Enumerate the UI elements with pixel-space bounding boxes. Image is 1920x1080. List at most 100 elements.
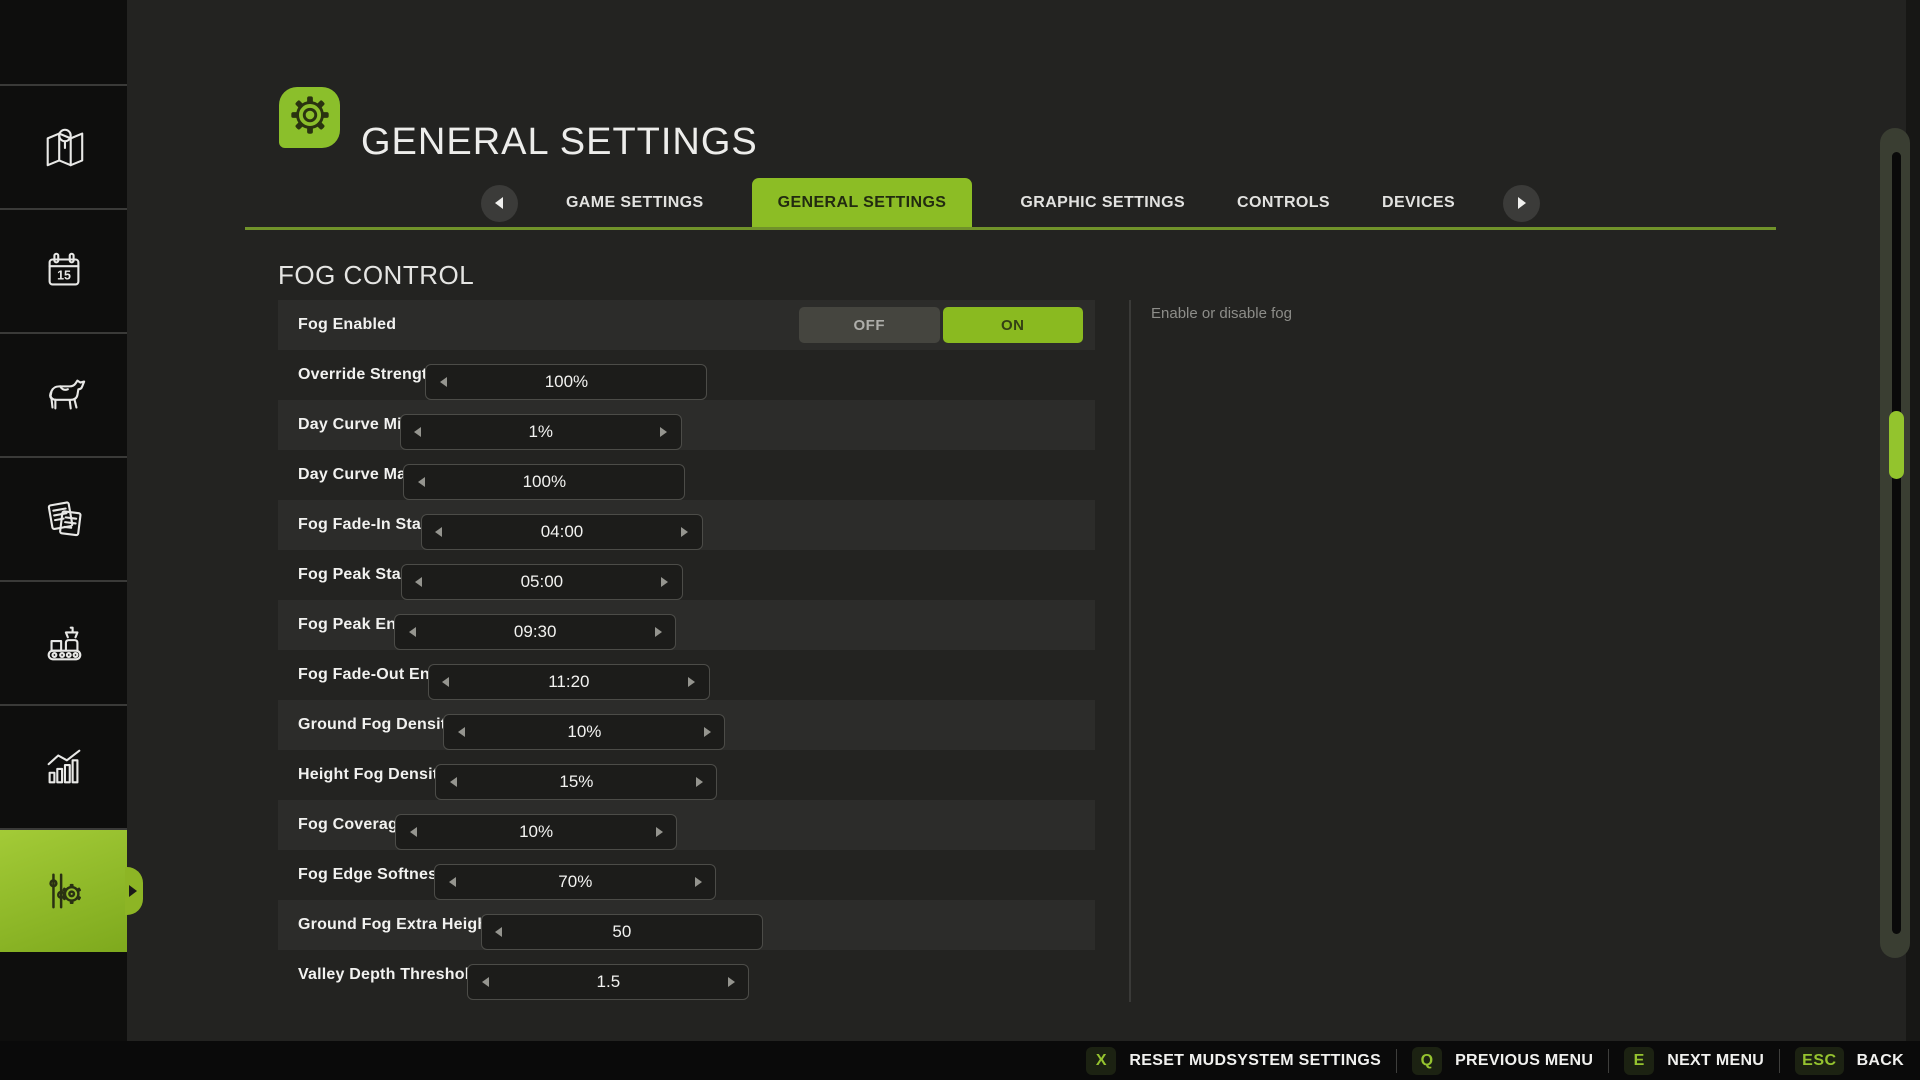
- triangle-left-icon: [414, 427, 421, 437]
- increase-button[interactable]: [647, 415, 681, 449]
- setting-row-fog-coverage: Fog Coverage 10%: [278, 800, 1095, 850]
- increase-button[interactable]: [714, 965, 748, 999]
- sidebar-item-contracts[interactable]: [0, 456, 127, 580]
- bottom-bar-separator: [1396, 1049, 1397, 1073]
- chevron-right-icon: [1518, 197, 1526, 209]
- tab-devices[interactable]: DEVICES: [1378, 178, 1459, 228]
- decrease-button[interactable]: [401, 415, 435, 449]
- toggle-on-button[interactable]: ON: [943, 307, 1084, 343]
- day-curve-min-stepper: 1%: [400, 414, 682, 450]
- active-item-arrow-icon: [129, 885, 137, 897]
- tab-controls[interactable]: CONTROLS: [1233, 178, 1334, 228]
- scrollbar-track[interactable]: [1892, 152, 1901, 934]
- key-q-badge: Q: [1412, 1047, 1442, 1075]
- sidebar-item-production[interactable]: [0, 580, 127, 704]
- triangle-right-icon: [656, 827, 663, 837]
- help-divider: [1129, 300, 1131, 1002]
- triangle-left-icon: [440, 377, 447, 387]
- decrease-button[interactable]: [468, 965, 502, 999]
- fog-edge-softness-stepper: 70%: [434, 864, 716, 900]
- valley-depth-threshold-stepper: 1.5: [467, 964, 749, 1000]
- sidebar-item-animals[interactable]: [0, 332, 127, 456]
- decrease-button[interactable]: [395, 615, 429, 649]
- fog-peak-start-stepper: 05:00: [401, 564, 683, 600]
- decrease-button[interactable]: [482, 915, 516, 949]
- ground-fog-extra-height-stepper: 50: [481, 914, 763, 950]
- ground-fog-density-stepper: 10%: [443, 714, 725, 750]
- triangle-left-icon: [415, 577, 422, 587]
- tab-underline: [245, 227, 1776, 230]
- setting-row-fog-edge-softness: Fog Edge Softness 70%: [278, 850, 1095, 900]
- increase-button[interactable]: [690, 715, 724, 749]
- setting-row-fog-enabled: Fog Enabled OFF ON: [278, 300, 1095, 350]
- help-text: Enable or disable fog: [1151, 305, 1292, 322]
- decrease-button[interactable]: [402, 565, 436, 599]
- tabs-next-button[interactable]: [1503, 185, 1540, 222]
- calendar-icon: 15: [41, 248, 87, 294]
- setting-row-valley-depth-threshold: Valley Depth Threshold 1.5: [278, 950, 1095, 1000]
- triangle-left-icon: [410, 827, 417, 837]
- triangle-left-icon: [435, 527, 442, 537]
- tab-game-settings[interactable]: GAME SETTINGS: [562, 178, 708, 228]
- triangle-right-icon: [696, 777, 703, 787]
- setting-row-override-strength: Override Strength 100%: [278, 350, 1095, 400]
- sidebar-item-general-settings[interactable]: [0, 828, 127, 952]
- decrease-button[interactable]: [444, 715, 478, 749]
- general-settings-screen: 15: [0, 0, 1920, 1080]
- statistics-icon: [41, 744, 87, 790]
- tab-bar: GAME SETTINGS GENERAL SETTINGS GRAPHIC S…: [245, 178, 1776, 228]
- bottom-bar: X RESET MUDSYSTEM SETTINGS Q PREVIOUS ME…: [0, 1041, 1920, 1080]
- decrease-button[interactable]: [426, 365, 460, 399]
- sidebar-top-block: [0, 0, 127, 84]
- increase-button[interactable]: [682, 765, 716, 799]
- triangle-right-icon: [695, 877, 702, 887]
- next-menu-action[interactable]: E NEXT MENU: [1624, 1047, 1764, 1075]
- decrease-button[interactable]: [422, 515, 456, 549]
- sidebar-item-statistics[interactable]: [0, 704, 127, 828]
- scrollbar-thumb[interactable]: [1889, 411, 1904, 479]
- production-icon: [41, 620, 87, 666]
- settings-sliders-icon: [41, 868, 87, 914]
- setting-row-fog-fade-in-start: Fog Fade-In Start 04:00: [278, 500, 1095, 550]
- fog-coverage-stepper: 10%: [395, 814, 677, 850]
- svg-text:15: 15: [57, 269, 71, 283]
- tab-graphic-settings[interactable]: GRAPHIC SETTINGS: [1016, 178, 1189, 228]
- decrease-button[interactable]: [404, 465, 438, 499]
- triangle-left-icon: [442, 677, 449, 687]
- back-action[interactable]: ESC BACK: [1795, 1047, 1904, 1075]
- cow-icon: [41, 372, 87, 418]
- action-label: NEXT MENU: [1667, 1052, 1764, 1070]
- triangle-right-icon: [655, 627, 662, 637]
- fog-enabled-toggle: OFF ON: [799, 307, 1083, 343]
- page-title: GENERAL SETTINGS: [361, 112, 758, 173]
- map-icon: [41, 124, 87, 170]
- tab-general-settings[interactable]: GENERAL SETTINGS: [752, 178, 973, 228]
- decrease-button[interactable]: [435, 865, 469, 899]
- setting-row-ground-fog-extra-height: Ground Fog Extra Height 50: [278, 900, 1095, 950]
- action-label: BACK: [1857, 1052, 1904, 1070]
- sidebar-item-calendar[interactable]: 15: [0, 208, 127, 332]
- setting-row-fog-peak-end: Fog Peak End 09:30: [278, 600, 1095, 650]
- toggle-off-button[interactable]: OFF: [799, 307, 940, 343]
- triangle-left-icon: [449, 877, 456, 887]
- key-e-badge: E: [1624, 1047, 1654, 1075]
- increase-button[interactable]: [641, 615, 675, 649]
- increase-button[interactable]: [675, 665, 709, 699]
- increase-button[interactable]: [642, 815, 676, 849]
- decrease-button[interactable]: [429, 665, 463, 699]
- increase-button[interactable]: [668, 515, 702, 549]
- setting-row-day-curve-max: Day Curve Max 100%: [278, 450, 1095, 500]
- increase-button[interactable]: [681, 865, 715, 899]
- tabs-prev-button[interactable]: [481, 185, 518, 222]
- bottom-bar-separator: [1608, 1049, 1609, 1073]
- previous-menu-action[interactable]: Q PREVIOUS MENU: [1412, 1047, 1593, 1075]
- decrease-button[interactable]: [396, 815, 430, 849]
- reset-mudsystem-settings-action[interactable]: X RESET MUDSYSTEM SETTINGS: [1086, 1047, 1381, 1075]
- action-label: RESET MUDSYSTEM SETTINGS: [1129, 1052, 1381, 1070]
- sidebar-item-map[interactable]: [0, 84, 127, 208]
- contracts-icon: [41, 496, 87, 542]
- override-strength-stepper: 100%: [425, 364, 707, 400]
- fog-fade-in-start-stepper: 04:00: [421, 514, 703, 550]
- increase-button[interactable]: [648, 565, 682, 599]
- decrease-button[interactable]: [436, 765, 470, 799]
